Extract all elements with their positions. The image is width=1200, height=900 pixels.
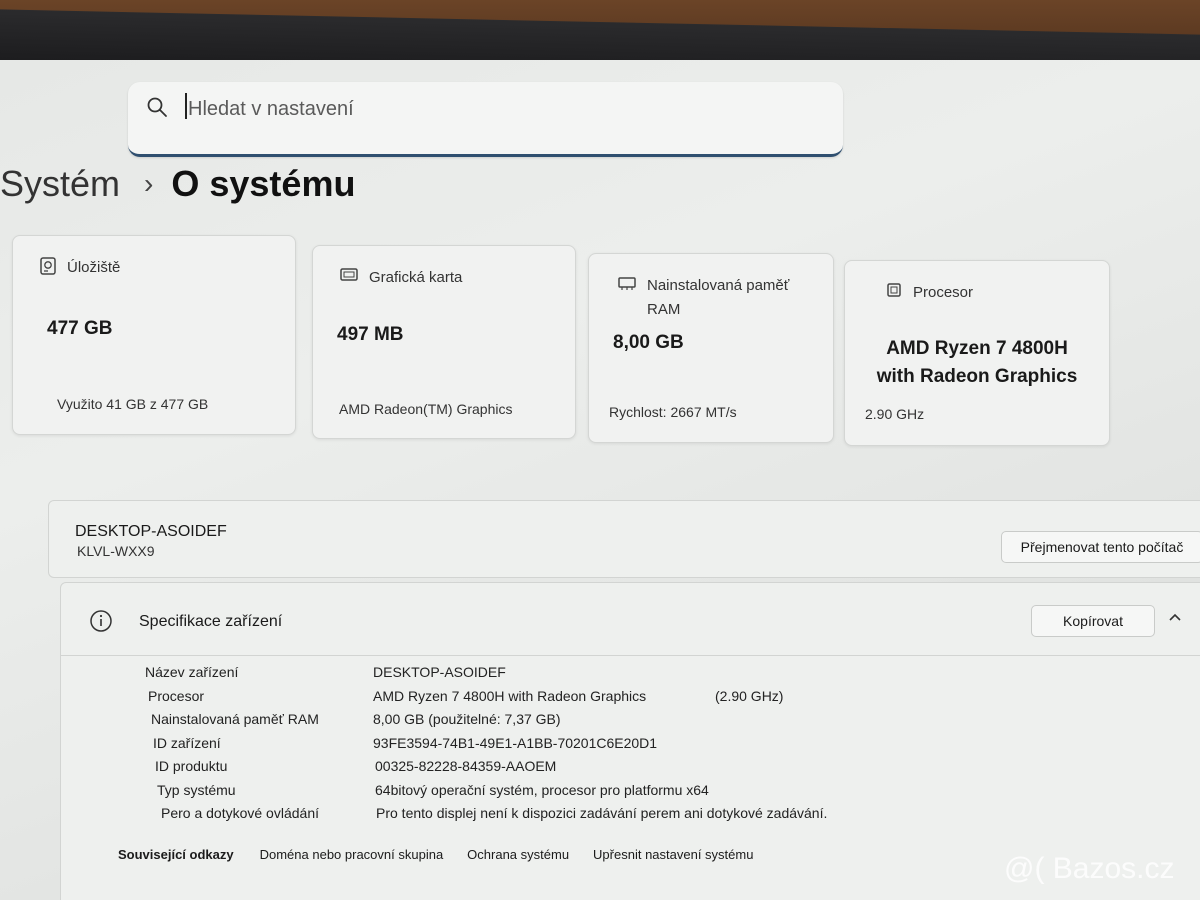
ram-card[interactable]: Nainstalovaná paměť RAM 8,00 GB Rychlost… — [588, 253, 834, 443]
spec-value-extra: (2.90 GHz) — [715, 687, 784, 704]
settings-window: Systém › O systému Úložiště 477 GB Využi… — [0, 60, 1200, 900]
spec-key: ID produktu — [155, 758, 228, 774]
spec-key: Procesor — [148, 687, 205, 704]
device-name: DESKTOP-ASOIDEF — [75, 523, 227, 540]
device-name-panel: DESKTOP-ASOIDEF KLVL-WXX9 Přejmenovat te… — [48, 500, 1200, 578]
rename-pc-button[interactable]: Přejmenovat tento počítač — [1001, 531, 1200, 563]
search-icon — [146, 96, 168, 123]
breadcrumb-system-link[interactable]: Systém — [0, 163, 120, 205]
breadcrumb: Systém › O systému — [0, 156, 355, 212]
spec-key: Typ systému — [157, 781, 236, 798]
storage-value: 477 GB — [47, 318, 113, 339]
spec-key: Pero a dotykové ovládání — [161, 805, 319, 821]
spec-key: ID zařízení — [153, 734, 221, 751]
ram-speed: Rychlost: 2667 MT/s — [609, 404, 737, 420]
spec-value[interactable]: 93FE3594-74B1-49E1-A1BB-70201C6E20D1 — [373, 735, 657, 751]
processor-card[interactable]: Procesor AMD Ryzen 7 4800H with Radeon G… — [844, 260, 1110, 446]
info-icon — [89, 609, 113, 638]
gpu-name: AMD Radeon(TM) Graphics — [339, 401, 513, 417]
gpu-memory-value: 497 MB — [337, 324, 404, 345]
storage-card[interactable]: Úložiště 477 GB Využito 41 GB z 477 GB — [12, 235, 296, 435]
gpu-card-title: Grafická karta — [369, 269, 463, 286]
processor-name-line1: AMD Ryzen 7 4800H — [886, 338, 1068, 359]
divider — [61, 655, 1200, 656]
graphics-card-card[interactable]: Grafická karta 497 MB AMD Radeon(TM) Gra… — [312, 245, 576, 439]
ram-value: 8,00 GB — [613, 332, 684, 353]
search-input[interactable] — [186, 88, 810, 130]
ram-card-title-line2: RAM — [647, 301, 681, 318]
search-box[interactable] — [128, 82, 843, 157]
copy-button[interactable]: Kopírovat — [1031, 605, 1155, 637]
link-domain-workgroup[interactable]: Doména nebo pracovní skupina — [260, 847, 444, 862]
device-model: KLVL-WXX9 — [77, 543, 155, 559]
monitor-icon — [339, 266, 359, 288]
spec-value[interactable]: AMD Ryzen 7 4800H with Radeon Graphics — [373, 688, 646, 704]
related-links-label: Související odkazy — [118, 847, 234, 862]
spec-key: Nainstalovaná paměť RAM — [151, 711, 319, 727]
storage-icon — [39, 256, 57, 280]
spec-value[interactable]: DESKTOP-ASOIDEF — [373, 664, 506, 680]
bazos-watermark: @( Bazos.cz — [1004, 852, 1175, 885]
spec-value[interactable]: Pro tento displej není k dispozici zadáv… — [376, 805, 827, 821]
memory-icon — [617, 274, 637, 296]
storage-detail: Využito 41 GB z 477 GB — [57, 396, 209, 412]
spec-value[interactable]: 00325-82228-84359-AAOEM — [375, 758, 556, 774]
processor-icon — [885, 281, 903, 303]
specs-title: Specifikace zařízení — [139, 613, 283, 630]
chevron-up-icon[interactable] — [1167, 609, 1183, 630]
spec-value[interactable]: 64bitový operační systém, procesor pro p… — [375, 782, 709, 798]
spec-key: Název zařízení — [145, 664, 239, 680]
processor-speed: 2.90 GHz — [865, 406, 925, 422]
chevron-right-icon: › — [144, 168, 154, 199]
related-links-bar: Související odkazy Doména nebo pracovní … — [118, 847, 777, 862]
link-advanced-system-settings[interactable]: Upřesnit nastavení systému — [593, 847, 753, 862]
page-title: O systému — [171, 163, 356, 204]
ram-card-title-line1: Nainstalovaná paměť — [647, 277, 790, 294]
link-system-protection[interactable]: Ochrana systému — [467, 847, 569, 862]
processor-name-line2: with Radeon Graphics — [876, 366, 1078, 387]
processor-card-title: Procesor — [913, 284, 974, 301]
storage-card-title: Úložiště — [67, 259, 121, 276]
spec-value[interactable]: 8,00 GB (použitelné: 7,37 GB) — [373, 711, 561, 727]
